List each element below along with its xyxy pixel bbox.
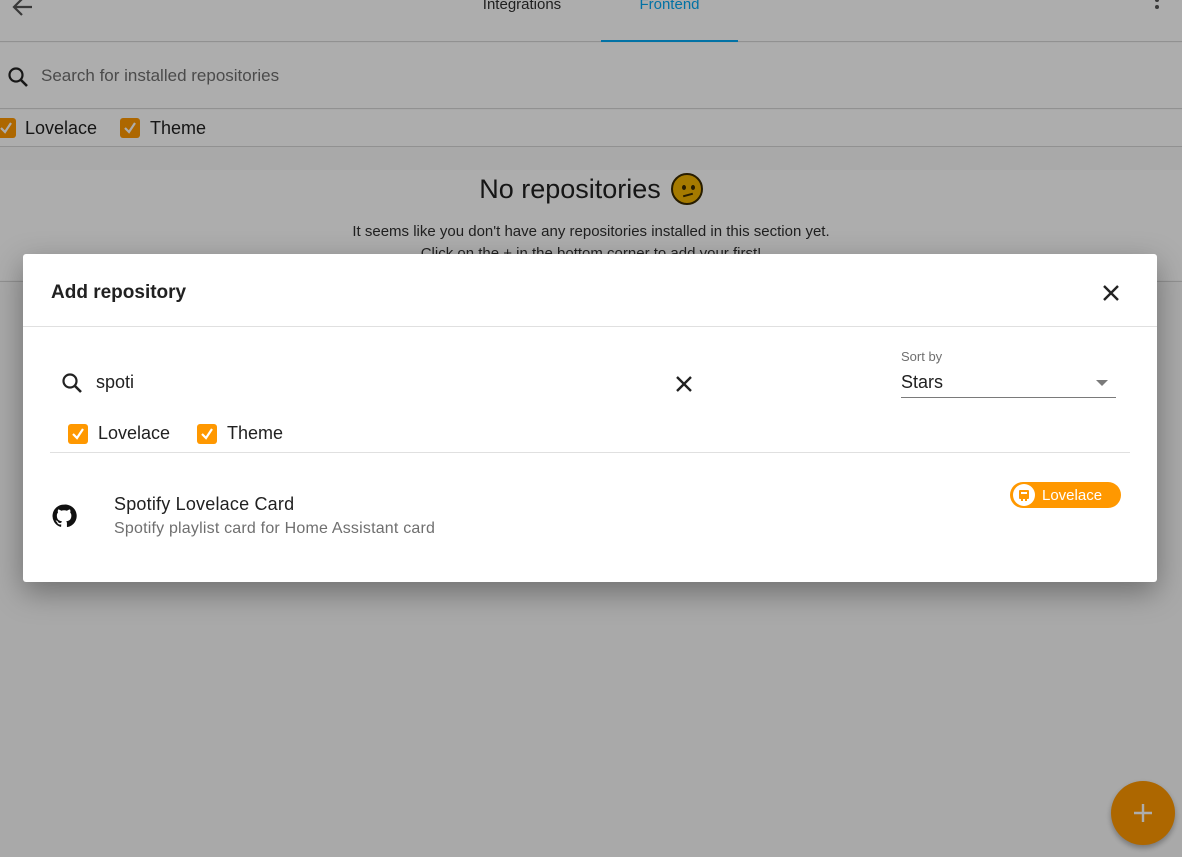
sort-by-value: Stars <box>901 372 944 392</box>
sort-by-select[interactable]: Stars <box>901 366 1116 398</box>
repository-description: Spotify playlist card for Home Assistant… <box>114 520 436 537</box>
search-icon <box>62 373 82 393</box>
repository-name: Spotify Lovelace Card <box>114 494 295 514</box>
dialog-lovelace-checkbox[interactable] <box>68 424 88 444</box>
filters-divider <box>50 452 1130 453</box>
category-badge-label: Lovelace <box>1042 486 1103 504</box>
dialog-theme-checkbox[interactable] <box>197 424 217 444</box>
lovelace-icon <box>1013 484 1035 506</box>
add-repository-dialog: Add repository Sort by Stars Lovelace Th… <box>23 254 1157 582</box>
repository-search-input[interactable] <box>96 369 656 395</box>
check-icon <box>201 428 213 440</box>
dialog-theme-label: Theme <box>227 423 284 443</box>
close-icon <box>1103 285 1119 301</box>
dialog-lovelace-label: Lovelace <box>98 423 171 443</box>
chevron-down-icon <box>1096 380 1108 386</box>
github-icon <box>52 504 77 528</box>
dialog-title: Add repository <box>51 282 187 303</box>
clear-search-button[interactable] <box>672 372 696 396</box>
sort-by-label: Sort by <box>901 349 943 364</box>
close-dialog-button[interactable] <box>1099 281 1123 305</box>
dialog-header-divider <box>23 326 1157 327</box>
check-icon <box>72 428 84 440</box>
category-badge: Lovelace <box>1010 482 1121 508</box>
close-icon <box>676 376 692 392</box>
